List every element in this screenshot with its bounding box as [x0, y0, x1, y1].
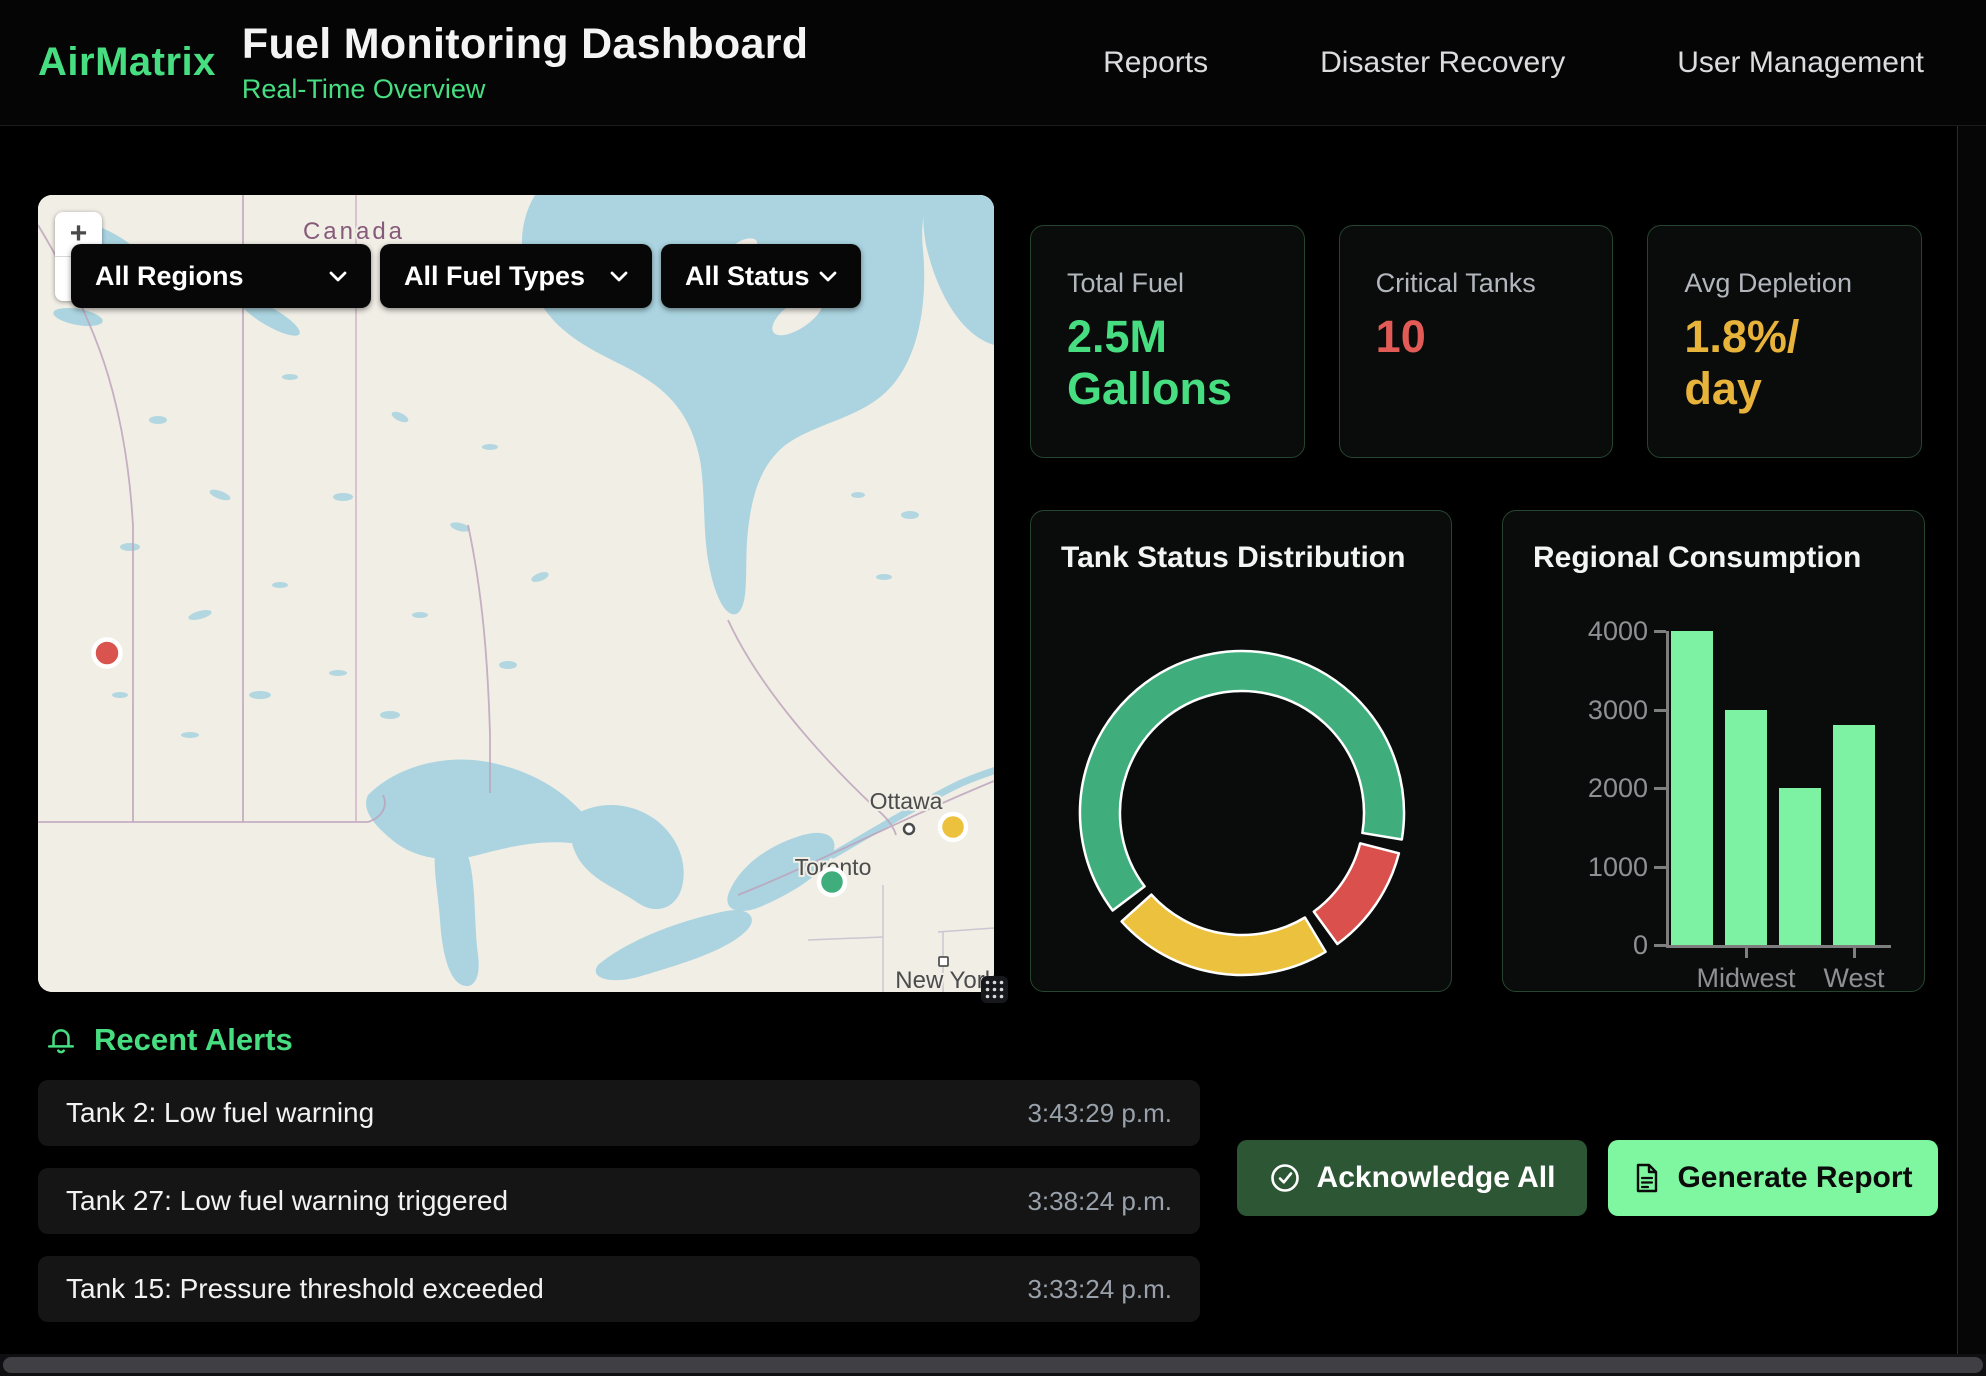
map-label-new-york: New York [895, 967, 994, 992]
bar-y-tick [1654, 630, 1666, 633]
recent-alerts-header: Recent Alerts [45, 1022, 293, 1058]
status-filter-dropdown[interactable]: All Status [661, 244, 861, 308]
bar-x-tick [1853, 948, 1856, 958]
bar-y-tick-label: 0 [1503, 929, 1648, 961]
tank-status-chart-card: Tank Status Distribution [1030, 510, 1452, 992]
alert-row-tank27[interactable]: Tank 27: Low fuel warning triggered 3:38… [38, 1168, 1200, 1234]
chevron-down-icon [610, 270, 628, 282]
status-filter-label: All Status [685, 261, 810, 292]
total-fuel-value: 2.5MGallons [1067, 311, 1268, 415]
alert-time: 3:33:24 p.m. [1027, 1274, 1172, 1305]
nav-reports[interactable]: Reports [1103, 46, 1208, 80]
bar-y-tick [1654, 866, 1666, 869]
alert-time: 3:43:29 p.m. [1027, 1098, 1172, 1129]
fuel-type-filter-label: All Fuel Types [404, 261, 585, 292]
acknowledge-all-button[interactable]: Acknowledge All [1237, 1140, 1587, 1216]
page-title: Fuel Monitoring Dashboard [242, 20, 808, 69]
warning-tank-marker[interactable] [940, 814, 966, 840]
bar-y-tick [1654, 787, 1666, 790]
tank-status-donut-chart [1031, 511, 1453, 993]
bar-y-tick-label: 1000 [1503, 851, 1648, 883]
avg-depletion-label: Avg Depletion [1684, 268, 1885, 299]
regional-consumption-bar-chart: 01000200030004000MidwestWest [1503, 511, 1926, 993]
bar-1 [1725, 710, 1767, 946]
check-circle-icon [1269, 1162, 1301, 1194]
chevron-down-icon [329, 270, 347, 282]
drag-dots-icon [984, 979, 1005, 1000]
map-resize-handle[interactable] [981, 976, 1008, 1003]
alert-row-tank15[interactable]: Tank 15: Pressure threshold exceeded 3:3… [38, 1256, 1200, 1322]
main-nav: Reports Disaster Recovery User Managemen… [1103, 46, 1986, 80]
bar-x-label: West [1779, 963, 1929, 994]
regional-consumption-chart-card: 01000200030004000MidwestWest Regional Co… [1502, 510, 1925, 992]
horizontal-scrollbar-thumb[interactable] [3, 1357, 1983, 1373]
critical-tanks-label: Critical Tanks [1376, 268, 1577, 299]
critical-tank-marker[interactable] [94, 640, 121, 667]
bar-y-tick-label: 4000 [1503, 615, 1648, 647]
title-block: Fuel Monitoring Dashboard Real-Time Over… [242, 20, 808, 105]
total-fuel-label: Total Fuel [1067, 268, 1268, 299]
bar-x-axis [1666, 945, 1891, 948]
alert-text: Tank 27: Low fuel warning triggered [66, 1185, 508, 1217]
bar-x-tick [1745, 948, 1748, 958]
bar-y-tick-label: 3000 [1503, 694, 1648, 726]
new-york-town-square [939, 957, 948, 966]
critical-tanks-card: Critical Tanks 10 [1339, 225, 1614, 458]
generate-report-label: Generate Report [1677, 1161, 1912, 1195]
alert-text: Tank 2: Low fuel warning [66, 1097, 374, 1129]
page-subtitle: Real-Time Overview [242, 74, 808, 105]
bar-y-tick-label: 2000 [1503, 772, 1648, 804]
map-label-ottawa: Ottawa [870, 788, 943, 814]
donut-segment-warning [1122, 895, 1326, 975]
bell-icon [45, 1023, 77, 1057]
critical-tanks-value: 10 [1376, 311, 1577, 363]
nav-user-management[interactable]: User Management [1677, 46, 1924, 80]
bar-y-tick [1654, 944, 1666, 947]
app-header: AirMatrix Fuel Monitoring Dashboard Real… [0, 0, 1986, 126]
ottawa-town-dot [904, 824, 914, 834]
map-canvas: Canada Ottawa Toronto New York [38, 195, 994, 992]
region-filter-label: All Regions [95, 261, 244, 292]
map-filters: All Regions All Fuel Types All Status [71, 244, 861, 308]
bar-y-tick [1654, 709, 1666, 712]
recent-alerts-title: Recent Alerts [94, 1022, 293, 1058]
stat-cards: Total Fuel 2.5MGallons Critical Tanks 10… [1030, 225, 1922, 458]
avg-depletion-card: Avg Depletion 1.8%/day [1647, 225, 1922, 458]
acknowledge-all-label: Acknowledge All [1317, 1161, 1556, 1195]
nav-disaster-recovery[interactable]: Disaster Recovery [1320, 46, 1565, 80]
region-filter-dropdown[interactable]: All Regions [71, 244, 371, 308]
alert-time: 3:38:24 p.m. [1027, 1186, 1172, 1217]
chevron-down-icon [819, 270, 837, 282]
alert-text: Tank 15: Pressure threshold exceeded [66, 1273, 544, 1305]
report-document-icon [1633, 1162, 1661, 1194]
alert-row-tank2[interactable]: Tank 2: Low fuel warning 3:43:29 p.m. [38, 1080, 1200, 1146]
fuel-type-filter-dropdown[interactable]: All Fuel Types [380, 244, 652, 308]
fuel-map[interactable]: Canada Ottawa Toronto New York + − All R… [38, 195, 994, 992]
bar-y-axis [1666, 631, 1669, 948]
app-logo: AirMatrix [38, 40, 216, 85]
bar-2 [1779, 788, 1821, 945]
donut-segment-critical [1314, 843, 1399, 944]
bar-3 [1833, 725, 1875, 945]
bar-0 [1671, 631, 1713, 945]
avg-depletion-value: 1.8%/day [1684, 311, 1885, 415]
vertical-scrollbar[interactable] [1957, 126, 1986, 1354]
horizontal-scrollbar-track[interactable] [0, 1354, 1986, 1376]
tank-status-chart-title: Tank Status Distribution [1061, 541, 1405, 575]
generate-report-button[interactable]: Generate Report [1608, 1140, 1938, 1216]
regional-consumption-chart-title: Regional Consumption [1533, 541, 1861, 575]
map-label-canada: Canada [303, 218, 405, 245]
total-fuel-card: Total Fuel 2.5MGallons [1030, 225, 1305, 458]
normal-tank-marker[interactable] [819, 869, 845, 895]
